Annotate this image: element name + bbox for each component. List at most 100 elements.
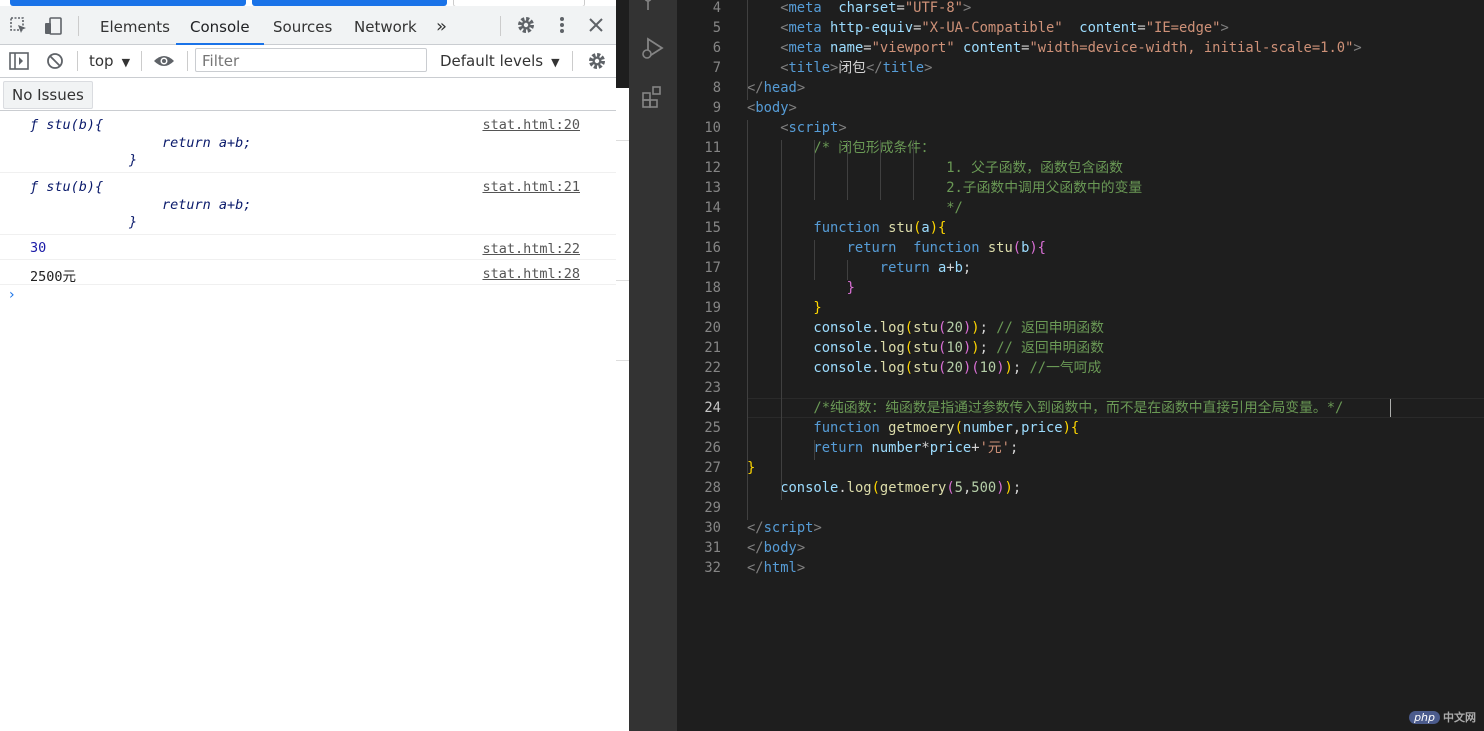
log-levels-value: Default levels	[440, 52, 544, 70]
source-link[interactable]: stat.html:22	[482, 241, 580, 257]
code-token: meta	[788, 0, 822, 16]
clear-console-icon[interactable]	[45, 51, 65, 71]
line-number: 14	[704, 200, 721, 216]
line-number: 4	[712, 0, 721, 16]
console-settings-gear-icon[interactable]	[586, 51, 608, 71]
console-prompt-row[interactable]: ›	[0, 285, 616, 307]
source-link[interactable]: stat.html:20	[482, 117, 580, 133]
code-line[interactable]: /* 闭包形成条件：	[813, 138, 935, 158]
no-issues-button[interactable]: No Issues	[3, 81, 93, 109]
code-token: ){	[1062, 420, 1080, 436]
code-line[interactable]: */	[946, 198, 963, 218]
code-line[interactable]: }	[747, 458, 755, 478]
code-line[interactable]: </html>	[747, 558, 805, 578]
code-token: //一气呵成	[1029, 360, 1102, 376]
message-line: return a+b;	[162, 135, 252, 151]
code-line[interactable]: function stu(a){	[813, 218, 946, 238]
code-token: console	[813, 360, 872, 376]
code-line[interactable]: return a+b;	[880, 258, 971, 278]
code-line[interactable]: <meta name="viewport" content="width=dev…	[780, 38, 1362, 58]
more-options-icon[interactable]	[552, 14, 572, 36]
more-tabs-icon[interactable]: »	[436, 6, 447, 44]
code-token: }	[846, 280, 855, 296]
message-line: }	[129, 152, 138, 168]
code-line[interactable]: <meta http-equiv = "X-UA-Compatible" conte…	[780, 18, 1229, 38]
code-line[interactable]: function getmoery(number,price){	[813, 418, 1079, 438]
code-line[interactable]: </head>	[747, 78, 805, 98]
code-line[interactable]: return number*price+'元';	[813, 438, 1018, 458]
sidebar-toggle-icon[interactable]	[8, 51, 30, 71]
source-link[interactable]: stat.html:28	[482, 266, 580, 282]
source-link[interactable]: stat.html:21	[482, 179, 580, 195]
line-number: 32	[704, 560, 721, 576]
device-toolbar-icon[interactable]	[42, 15, 64, 37]
code-token: )	[1004, 480, 1013, 496]
line-number: 8	[712, 80, 721, 96]
code-line[interactable]: </body>	[747, 538, 805, 558]
context-value: top	[89, 52, 114, 70]
code-token: ){	[929, 220, 947, 236]
code-token: 10	[979, 360, 997, 376]
tab-sources[interactable]: Sources	[273, 6, 332, 44]
code-line[interactable]: }	[847, 278, 855, 298]
code-line[interactable]: }	[813, 298, 821, 318]
line-number: 20	[704, 320, 721, 336]
tab-console[interactable]: Console	[176, 6, 263, 45]
code-line[interactable]: console.log(stu(10)); // 返回申明函数	[813, 338, 1104, 358]
settings-gear-icon[interactable]	[515, 14, 537, 36]
code-token: >	[962, 0, 972, 16]
code-token: )	[1004, 360, 1013, 376]
code-token: return	[846, 240, 897, 256]
inspect-element-icon[interactable]	[8, 15, 30, 37]
code-token: <	[780, 60, 789, 76]
close-icon[interactable]	[586, 14, 606, 36]
run-debug-icon[interactable]	[640, 34, 666, 62]
code-token: price	[1021, 420, 1063, 436]
code-token: "IE=edge"	[1145, 20, 1221, 36]
source-control-icon[interactable]	[641, 0, 665, 14]
code-line[interactable]: console.log(stu(20)(10)); //一气呵成	[813, 358, 1101, 378]
code-token: getmoery	[888, 420, 955, 436]
code-line[interactable]: <script>	[780, 118, 846, 138]
log-levels-dropdown[interactable]: Default levels ▼	[440, 45, 560, 77]
line-number: 18	[704, 280, 721, 296]
code-line[interactable]: /*纯函数：纯函数是指通过参数传入到函数中，而不是在函数中直接引用全局变量。*/	[813, 398, 1343, 418]
code-line[interactable]: <title>闭包</title>	[780, 58, 932, 78]
code-line[interactable]: return function stu(b){	[847, 238, 1046, 258]
tab-elements[interactable]: Elements	[100, 6, 170, 44]
context-selector[interactable]: top ▼	[89, 45, 130, 77]
code-line[interactable]: </script>	[747, 518, 822, 538]
code-token: </	[747, 80, 764, 96]
filter-input[interactable]: Filter	[195, 48, 427, 72]
code-editor[interactable]: 4 <meta charset="UTF-8"> 5 <meta http-equiv…	[677, 0, 1484, 731]
code-line[interactable]: 1. 父子函数，函数包含函数	[946, 158, 1123, 178]
code-token: number	[962, 420, 1013, 436]
code-token: 1. 父子函数，函数包含函数	[946, 160, 1123, 176]
tab-network[interactable]: Network	[354, 6, 417, 44]
code-line[interactable]: <body>	[747, 98, 797, 118]
watermark-badge: php	[1409, 711, 1440, 724]
extensions-icon[interactable]	[640, 83, 666, 111]
code-token: 20	[946, 360, 963, 376]
code-token: stu	[913, 340, 939, 356]
code-token: >	[796, 560, 806, 576]
text-cursor	[1390, 399, 1391, 417]
activity-bar	[629, 0, 677, 731]
code-token: >	[796, 540, 806, 556]
code-token: return	[813, 440, 864, 456]
indent-guide	[847, 140, 848, 200]
line-number: 7	[712, 60, 721, 76]
code-line[interactable]: 2.子函数中调用父函数中的变量	[946, 178, 1142, 198]
code-line[interactable]: console.log(getmoery(5,500));	[780, 478, 1021, 498]
code-line[interactable]: console.log(stu(20)); // 返回申明函数	[813, 318, 1104, 338]
code-token: 5	[954, 480, 963, 496]
code-token: function	[913, 240, 980, 256]
live-expression-eye-icon[interactable]	[152, 51, 176, 71]
code-line[interactable]: <meta charset="UTF-8">	[780, 0, 971, 18]
toolbar-divider	[187, 51, 188, 71]
code-token: console	[813, 340, 872, 356]
code-token: ;	[979, 340, 997, 356]
